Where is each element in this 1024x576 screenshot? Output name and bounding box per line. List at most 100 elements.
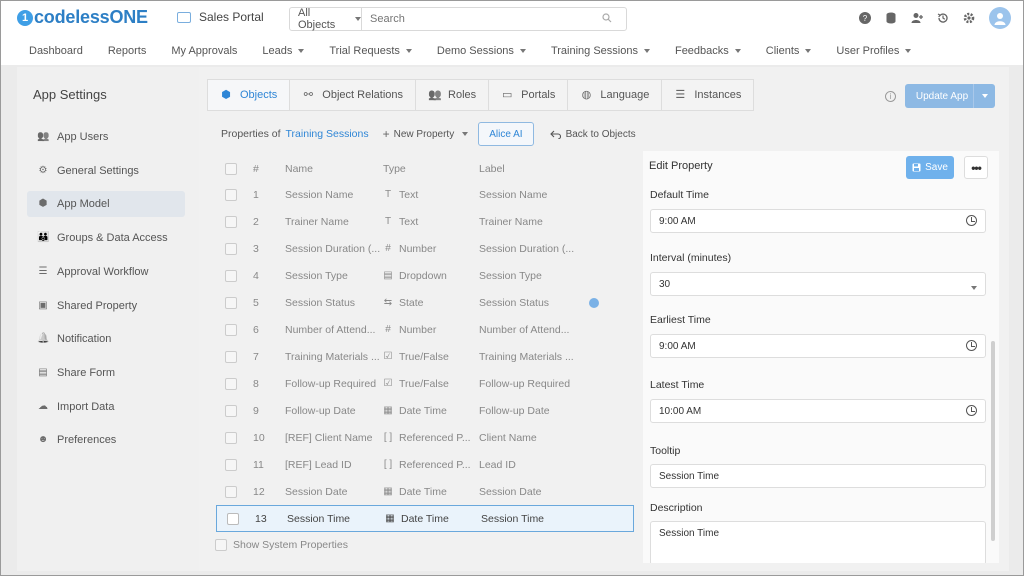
table-row[interactable]: 9 Follow-up Date ▦ Date Time Follow-up Date — [215, 397, 635, 424]
sidebar-item-import-data[interactable]: ☁ Import Data — [27, 394, 185, 420]
sidebar-item-shared-property[interactable]: ▣ Shared Property — [27, 293, 185, 319]
latest-time-input[interactable]: 10:00 AM — [650, 399, 986, 423]
new-property-button[interactable]: + New Property — [383, 127, 469, 141]
row-checkbox[interactable] — [225, 296, 237, 309]
object-name-link[interactable]: Training Sessions — [286, 128, 369, 140]
header-name[interactable]: Name — [285, 163, 383, 175]
table-row[interactable]: 6 Number of Attend... # Number Number of Att… — [215, 316, 635, 343]
roles-icon: 👥 — [428, 89, 442, 101]
table-row[interactable]: 3 Session Duration (... # Number Session Dur… — [215, 235, 635, 262]
user-avatar[interactable] — [989, 7, 1011, 29]
earliest-time-input[interactable]: 9:00 AM — [650, 334, 986, 358]
show-system-properties[interactable]: Show System Properties — [215, 539, 348, 551]
tab-roles[interactable]: 👥 Roles — [415, 79, 489, 111]
nav-item-dashboard[interactable]: Dashboard — [29, 45, 83, 57]
row-type: ☑ True/False — [383, 378, 479, 390]
row-checkbox[interactable] — [225, 431, 237, 444]
table-row[interactable]: 13 Session Time ▦ Date Time Session Time — [216, 505, 634, 532]
description-value: Session Time — [659, 528, 720, 539]
search-scope-select[interactable]: All Objects — [290, 7, 362, 31]
sidebar-item-app-model[interactable]: ⬢ App Model — [27, 191, 185, 218]
table-row[interactable]: 5 Session Status ⇆ State Session Status — [215, 289, 635, 316]
clock-icon[interactable] — [966, 215, 977, 226]
update-app-dropdown[interactable] — [973, 84, 995, 108]
nav-item-clients[interactable]: Clients — [766, 45, 812, 57]
table-row[interactable]: 2 Trainer Name T Text Trainer Name — [215, 208, 635, 235]
row-checkbox[interactable] — [225, 215, 237, 228]
nav-item-demo-sessions[interactable]: Demo Sessions — [437, 45, 526, 57]
nav-item-reports[interactable]: Reports — [108, 45, 147, 57]
logo[interactable]: 1 codelessONE — [17, 7, 148, 28]
sidebar-item-approval-workflow[interactable]: ☰ Approval Workflow — [27, 259, 185, 285]
select-all-checkbox[interactable] — [225, 163, 237, 175]
tab-label: Roles — [448, 89, 477, 101]
nav-item-feedbacks[interactable]: Feedbacks — [675, 45, 741, 57]
header-type[interactable]: Type — [383, 163, 479, 175]
row-checkbox[interactable] — [225, 377, 237, 390]
sidebar-item-groups-data-access[interactable]: 👪 Groups & Data Access — [27, 225, 185, 251]
row-checkbox[interactable] — [225, 458, 237, 471]
history-icon[interactable] — [937, 12, 949, 24]
clock-icon[interactable] — [966, 405, 977, 416]
row-checkbox[interactable] — [225, 485, 237, 498]
row-label: Follow-up Date — [479, 404, 550, 417]
interval-select[interactable]: 30 — [650, 272, 986, 296]
clock-icon[interactable] — [966, 340, 977, 351]
default-time-input[interactable]: 9:00 AM — [650, 209, 986, 233]
main-nav: Dashboard Reports My Approvals Leads Trial R… — [1, 37, 1023, 65]
alice-ai-button[interactable]: Alice AI — [478, 122, 534, 146]
row-name: Session Date — [285, 485, 348, 498]
tooltip-input[interactable]: Session Time — [650, 464, 986, 488]
table-row[interactable]: 1 Session Name T Text Session Name — [215, 181, 635, 208]
help-icon[interactable]: ? — [859, 12, 871, 24]
table-row[interactable]: 10 [REF] Client Name [ ] Referenced P... Cli… — [215, 424, 635, 451]
svg-text:?: ? — [863, 14, 868, 23]
chevron-down-icon — [734, 49, 741, 53]
table-row[interactable]: 11 [REF] Lead ID [ ] Referenced P... Lead ID — [215, 451, 635, 478]
more-options-button[interactable]: ••• — [964, 156, 988, 179]
tab-language[interactable]: ◍ Language — [567, 79, 662, 111]
panel-scrollbar[interactable] — [991, 341, 995, 541]
table-row[interactable]: 8 Follow-up Required ☑ True/False Follow-up … — [215, 370, 635, 397]
tab-objects[interactable]: ⬢ Objects — [207, 79, 290, 111]
description-textarea[interactable]: Session Time — [650, 521, 986, 563]
row-checkbox[interactable] — [225, 323, 237, 336]
info-icon[interactable]: i — [885, 91, 896, 102]
row-number: 10 — [253, 431, 265, 444]
update-app-button[interactable]: Update App — [905, 84, 995, 108]
add-user-icon[interactable] — [911, 12, 923, 24]
row-checkbox[interactable] — [225, 350, 237, 363]
sidebar-item-general-settings[interactable]: ⚙ General Settings — [27, 158, 185, 184]
table-row[interactable]: 7 Training Materials ... ☑ True/False Traini… — [215, 343, 635, 370]
row-checkbox[interactable] — [225, 269, 237, 282]
tab-object-relations[interactable]: ⚯ Object Relations — [289, 79, 416, 111]
tab-instances[interactable]: ☰ Instances — [661, 79, 755, 111]
database-icon[interactable] — [885, 12, 897, 24]
row-checkbox[interactable] — [225, 188, 237, 201]
search-icon[interactable] — [602, 12, 626, 26]
sidebar-item-notification[interactable]: 🔔 Notification — [27, 326, 185, 352]
portal-switcher[interactable]: Sales Portal — [177, 10, 264, 24]
back-to-objects-button[interactable]: Back to Objects — [549, 129, 636, 140]
row-checkbox[interactable] — [225, 404, 237, 417]
nav-item-trial-requests[interactable]: Trial Requests — [329, 45, 412, 57]
nav-item-training-sessions[interactable]: Training Sessions — [551, 45, 650, 57]
row-checkbox[interactable] — [225, 242, 237, 255]
nav-item-leads[interactable]: Leads — [262, 45, 305, 57]
sidebar-item-preferences[interactable]: ☻ Preferences — [27, 427, 185, 453]
save-button[interactable]: Save — [906, 156, 954, 179]
show-system-checkbox[interactable] — [215, 539, 227, 551]
search-input[interactable] — [362, 13, 602, 25]
nav-item-user-profiles[interactable]: User Profiles — [836, 45, 912, 57]
table-row[interactable]: 4 Session Type ▤ Dropdown Session Type — [215, 262, 635, 289]
header-num[interactable]: # — [247, 163, 285, 175]
table-row[interactable]: 12 Session Date ▦ Date Time Session Date — [215, 478, 635, 505]
settings-gear-icon[interactable] — [963, 12, 975, 24]
row-checkbox[interactable] — [227, 512, 239, 525]
sidebar-item-app-users[interactable]: 👥 App Users — [27, 124, 185, 150]
sidebar-item-share-form[interactable]: ▤ Share Form — [27, 360, 185, 386]
default-time-value: 9:00 AM — [659, 215, 696, 227]
header-label[interactable]: Label — [479, 163, 589, 175]
tab-portals[interactable]: ▭ Portals — [488, 79, 568, 111]
nav-item-my-approvals[interactable]: My Approvals — [171, 45, 237, 57]
